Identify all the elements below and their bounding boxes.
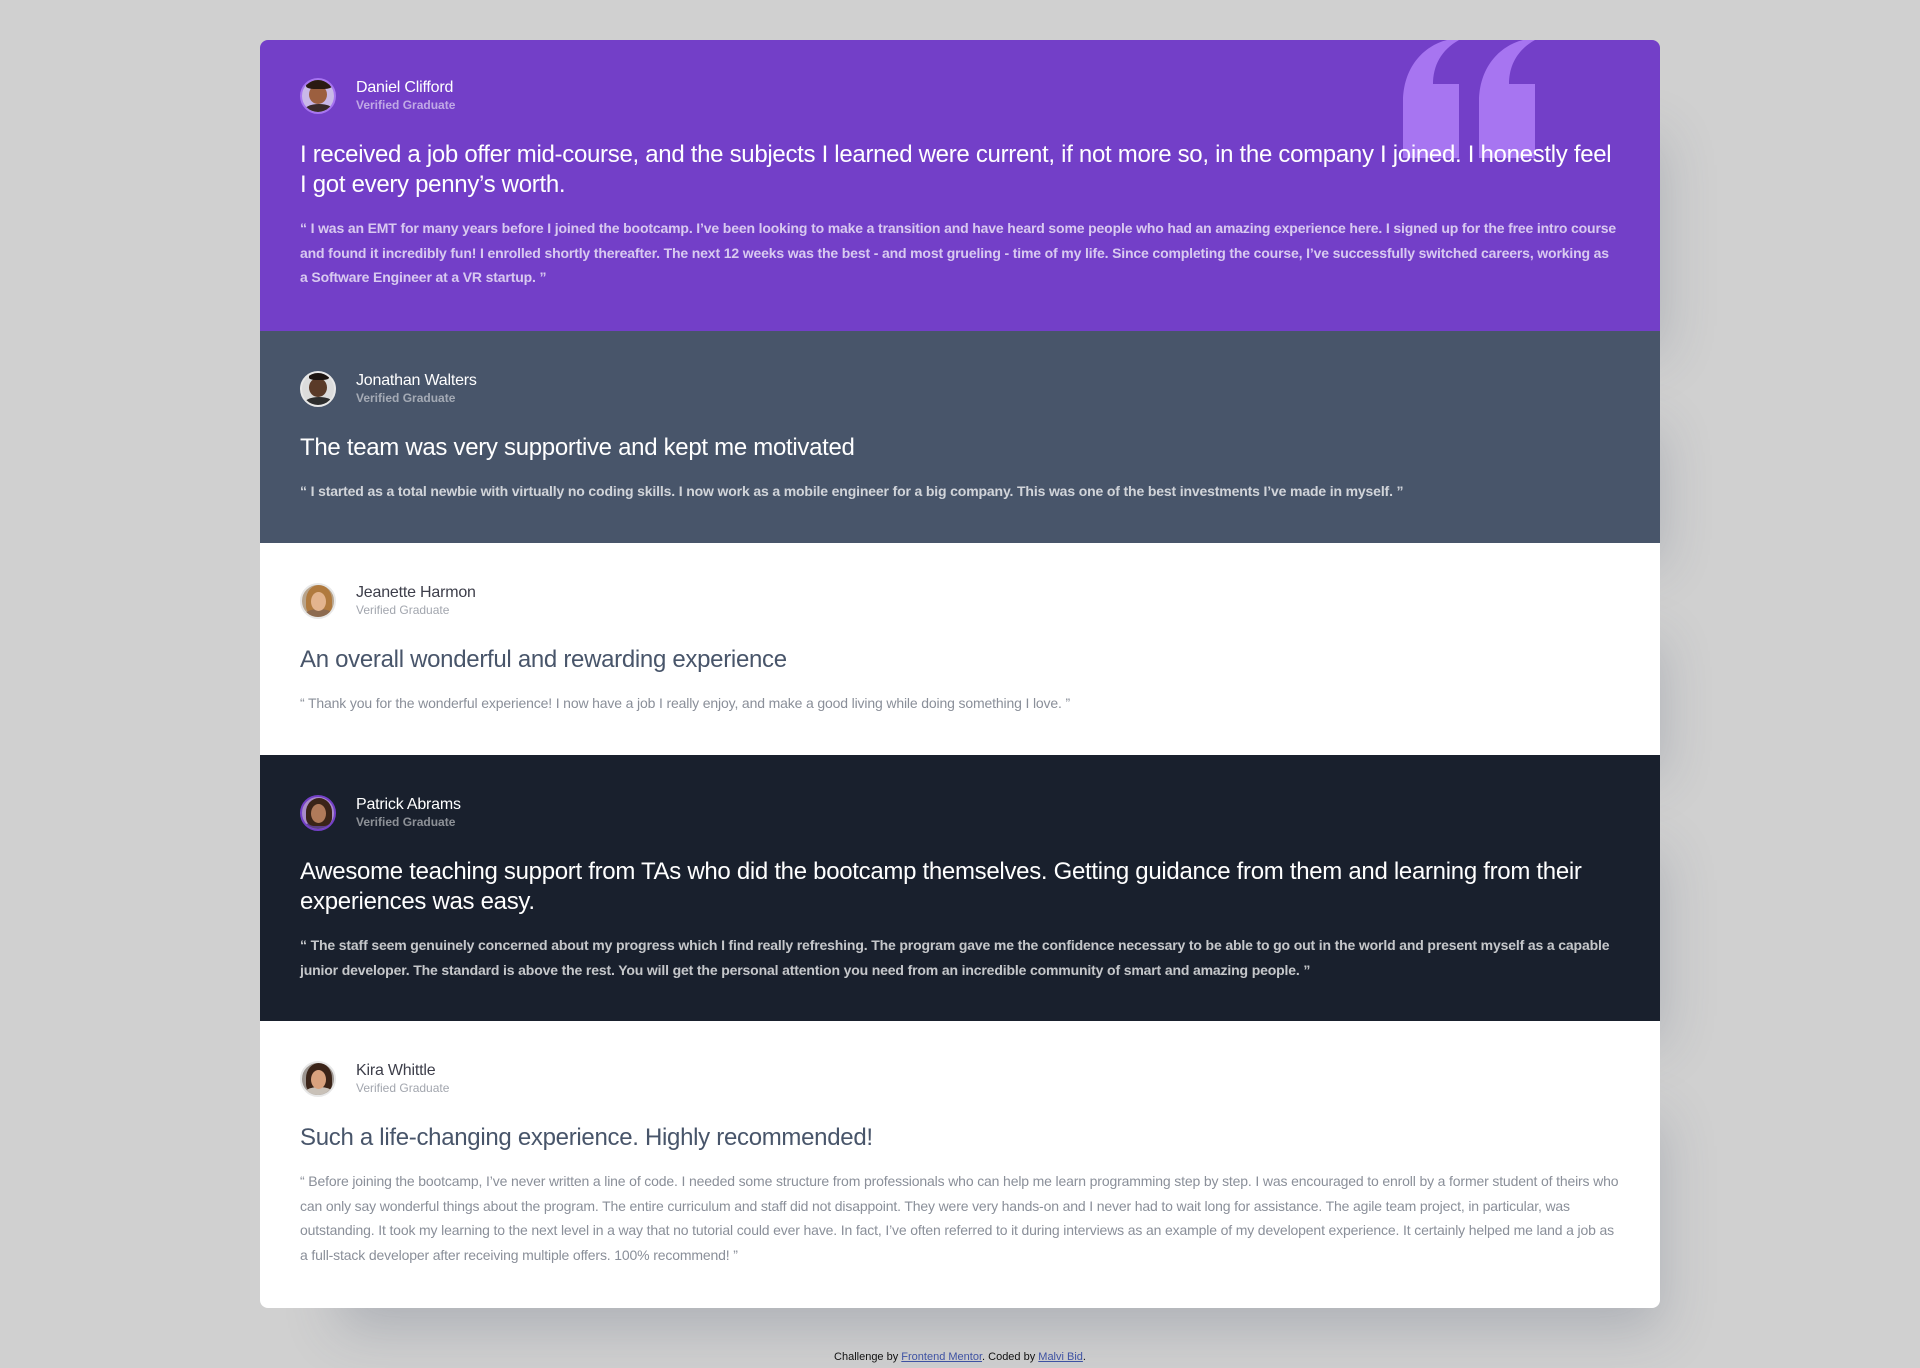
author-name: Jeanette Harmon xyxy=(356,584,476,601)
testimonial-headline: Such a life-changing experience. Highly … xyxy=(300,1124,873,1151)
testimonial-body: “ The staff seem genuinely concerned abo… xyxy=(300,937,1610,978)
avatar-face xyxy=(311,804,326,823)
testimonial-card-kira: Kira Whittle Verified Graduate Such a li… xyxy=(260,1021,1660,1308)
avatar-face xyxy=(311,592,326,611)
testimonial-card-patrick: Patrick Abrams Verified Graduate Awesome… xyxy=(260,755,1660,1021)
attribution: Challenge by Frontend Mentor. Coded by M… xyxy=(0,1351,1920,1363)
author-name: Jonathan Walters xyxy=(356,372,477,389)
testimonial-body: “ I started as a total newbie with virtu… xyxy=(300,483,1404,499)
avatar-hair xyxy=(306,80,332,89)
author-role: Verified Graduate xyxy=(356,603,450,617)
author-row: Patrick Abrams Verified Graduate xyxy=(300,795,1620,831)
author-name: Daniel Clifford xyxy=(356,79,454,96)
testimonial-body: “ Before joining the bootcamp, I’ve neve… xyxy=(300,1173,1619,1263)
testimonial-headline: Awesome teaching support from TAs who di… xyxy=(300,858,1582,915)
attribution-prefix: Challenge by xyxy=(834,1351,902,1363)
testimonial-card-jeanette: Jeanette Harmon Verified Graduate An ove… xyxy=(260,543,1660,755)
author-name: Kira Whittle xyxy=(356,1062,436,1079)
author-info: Jeanette Harmon Verified Graduate xyxy=(356,584,476,618)
avatar-face xyxy=(309,378,327,397)
author-row: Jonathan Walters Verified Graduate xyxy=(300,371,1620,407)
author-info: Jonathan Walters Verified Graduate xyxy=(356,372,477,406)
author-row: Jeanette Harmon Verified Graduate xyxy=(300,583,1620,619)
avatar-shirt xyxy=(304,397,334,405)
avatar xyxy=(300,78,336,114)
avatar-hair xyxy=(309,373,329,380)
testimonial-card-jonathan: Jonathan Walters Verified Graduate The t… xyxy=(260,331,1660,543)
testimonial-body: “ Thank you for the wonderful experience… xyxy=(300,695,1071,711)
author-link[interactable]: Malvi Bid xyxy=(1038,1351,1083,1363)
attribution-suffix: . xyxy=(1082,1351,1086,1363)
avatar-shirt xyxy=(304,104,334,112)
testimonial-headline: An overall wonderful and rewarding exper… xyxy=(300,646,787,673)
avatar-face xyxy=(311,1070,326,1089)
testimonial-body: “ I was an EMT for many years before I j… xyxy=(300,220,1617,285)
author-info: Patrick Abrams Verified Graduate xyxy=(356,796,461,830)
author-role: Verified Graduate xyxy=(356,815,456,829)
author-role: Verified Graduate xyxy=(356,1081,450,1095)
attribution-middle: . Coded by xyxy=(982,1351,1039,1363)
author-role: Verified Graduate xyxy=(356,98,456,112)
author-role: Verified Graduate xyxy=(356,391,456,405)
testimonial-headline: I received a job offer mid-course, and t… xyxy=(300,141,1612,198)
testimonials-grid: Daniel Clifford Verified Graduate I rece… xyxy=(260,40,1660,1308)
author-info: Kira Whittle Verified Graduate xyxy=(356,1062,449,1096)
avatar xyxy=(300,371,336,407)
avatar xyxy=(300,583,336,619)
author-row: Kira Whittle Verified Graduate xyxy=(300,1061,1620,1097)
testimonial-headline: The team was very supportive and kept me… xyxy=(300,434,855,461)
avatar xyxy=(300,1061,336,1097)
testimonial-card-daniel: Daniel Clifford Verified Graduate I rece… xyxy=(260,40,1660,331)
frontend-mentor-link[interactable]: Frontend Mentor xyxy=(901,1351,982,1363)
author-info: Daniel Clifford Verified Graduate xyxy=(356,79,455,113)
author-row: Daniel Clifford Verified Graduate xyxy=(300,78,1620,114)
author-name: Patrick Abrams xyxy=(356,796,461,813)
avatar xyxy=(300,795,336,831)
